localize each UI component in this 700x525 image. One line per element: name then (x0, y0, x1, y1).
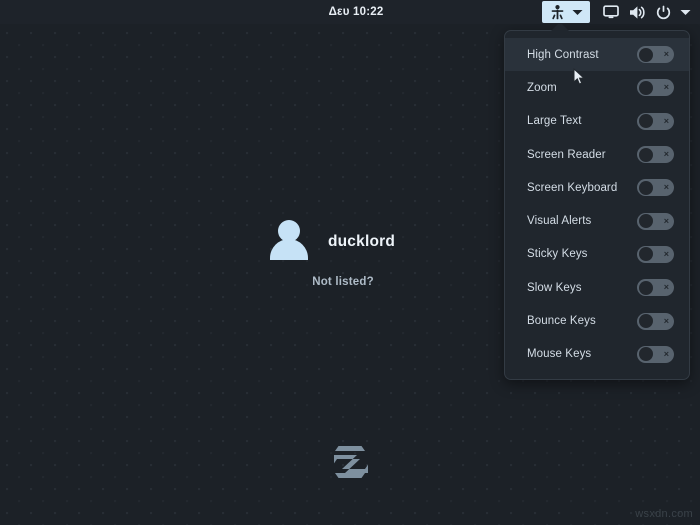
not-listed-link[interactable]: Not listed? (312, 276, 374, 288)
toggle-off-mark: × (663, 115, 669, 126)
menu-item-label: Slow Keys (527, 281, 582, 294)
user-entry[interactable]: ducklord (267, 218, 433, 266)
toggle-knob (638, 214, 653, 229)
toggle-switch[interactable]: × (637, 212, 674, 230)
volume-icon[interactable] (624, 1, 650, 23)
toggle-switch[interactable]: × (637, 245, 674, 263)
toggle-off-mark: × (663, 248, 669, 259)
toggle-switch[interactable]: × (637, 146, 674, 164)
accessibility-icon (551, 4, 564, 20)
zorin-logo-icon (327, 440, 373, 484)
toggle-knob (638, 80, 653, 95)
accessibility-menu-button[interactable] (542, 1, 591, 23)
watermark: wsxdn.com (635, 508, 693, 520)
menu-item-label: Visual Alerts (527, 215, 592, 228)
toggle-knob (638, 347, 653, 362)
toggle-switch[interactable]: × (637, 279, 674, 297)
chevron-down-icon (572, 9, 583, 16)
top-panel-right-tray (383, 0, 700, 24)
toggle-knob (638, 180, 653, 195)
menu-item-sticky-keys[interactable]: Sticky Keys × (505, 238, 689, 271)
display-icon[interactable] (598, 1, 624, 23)
username-label[interactable]: ducklord (328, 233, 395, 251)
menu-item-slow-keys[interactable]: Slow Keys × (505, 271, 689, 304)
menu-item-bounce-keys[interactable]: Bounce Keys × (505, 304, 689, 337)
user-avatar-icon (267, 218, 311, 266)
toggle-switch[interactable]: × (637, 345, 674, 363)
toggle-off-mark: × (663, 282, 669, 293)
menu-item-label: Large Text (527, 115, 582, 128)
toggle-off-mark: × (663, 182, 669, 193)
chevron-down-icon[interactable] (676, 1, 694, 23)
menu-item-label: Zoom (527, 81, 557, 94)
top-panel: Δευ 10:22 (0, 0, 700, 24)
clock[interactable]: Δευ 10:22 (311, 6, 384, 18)
toggle-switch[interactable]: × (637, 46, 674, 64)
toggle-knob (638, 247, 653, 262)
menu-item-mouse-keys[interactable]: Mouse Keys × (505, 338, 689, 371)
menu-item-label: Screen Keyboard (527, 181, 618, 194)
menu-item-label: Bounce Keys (527, 315, 596, 328)
toggle-knob (638, 147, 653, 162)
menu-item-visual-alerts[interactable]: Visual Alerts × (505, 204, 689, 237)
menu-item-label: Mouse Keys (527, 348, 592, 361)
menu-item-zoom[interactable]: Zoom × (505, 71, 689, 104)
avatar-body (269, 239, 308, 260)
toggle-off-mark: × (663, 149, 669, 160)
toggle-off-mark: × (663, 82, 669, 93)
menu-item-screen-keyboard[interactable]: Screen Keyboard × (505, 171, 689, 204)
toggle-knob (638, 280, 653, 295)
accessibility-dropdown-menu: High Contrast × Zoom × Large Text × Screen Rea… (504, 30, 690, 380)
menu-item-large-text[interactable]: Large Text × (505, 105, 689, 138)
menu-item-label: Screen Reader (527, 148, 606, 161)
toggle-off-mark: × (663, 348, 669, 359)
toggle-off-mark: × (663, 215, 669, 226)
toggle-off-mark: × (663, 315, 669, 326)
menu-item-high-contrast[interactable]: High Contrast × (505, 38, 689, 72)
menu-item-label: High Contrast (527, 48, 599, 61)
menu-item-label: Sticky Keys (527, 248, 588, 261)
menu-item-screen-reader[interactable]: Screen Reader × (505, 138, 689, 171)
toggle-switch[interactable]: × (637, 312, 674, 330)
toggle-knob (638, 314, 653, 329)
toggle-off-mark: × (663, 49, 669, 60)
toggle-switch[interactable]: × (637, 79, 674, 97)
toggle-knob (638, 47, 653, 62)
power-icon[interactable] (650, 1, 676, 23)
toggle-switch[interactable]: × (637, 179, 674, 197)
toggle-knob (638, 114, 653, 129)
toggle-switch[interactable]: × (637, 112, 674, 130)
